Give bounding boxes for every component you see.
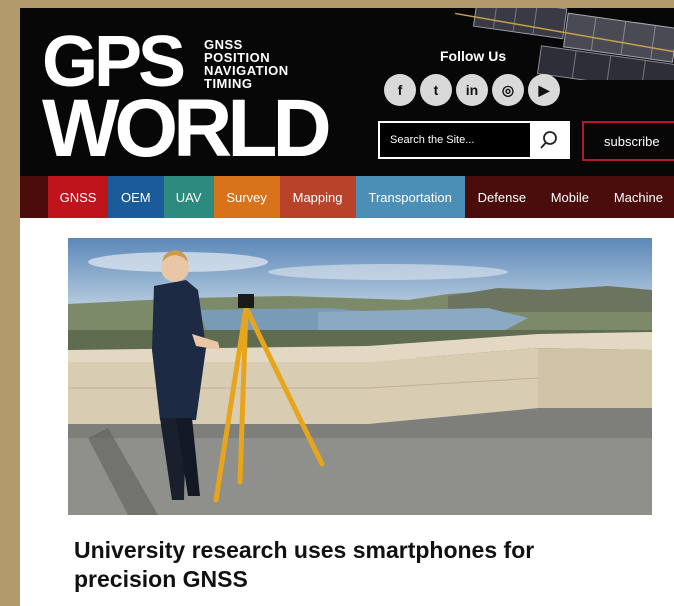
article-headline[interactable]: University research uses smartphones for… <box>74 536 634 594</box>
facebook-icon[interactable]: f <box>384 74 416 106</box>
article-photo[interactable] <box>68 238 652 515</box>
nav-mapping[interactable]: Mapping <box>279 176 356 218</box>
follow-us-label: Follow Us <box>440 48 507 64</box>
satellite-image <box>452 8 674 80</box>
logo-world-text: WORLD <box>42 83 332 174</box>
site-logo[interactable]: GPS WORLD GNSS POSITION NAVIGATION TIMIN… <box>42 26 362 174</box>
tagline-timing: TIMING <box>204 76 253 91</box>
nav-machine[interactable]: Machine <box>600 176 674 218</box>
subscribe-button[interactable]: subscribe <box>582 121 674 161</box>
logo-tagline: GNSS POSITION NAVIGATION TIMING <box>204 38 289 90</box>
nav-survey[interactable]: Survey <box>213 176 280 218</box>
rss-icon[interactable]: ◎ <box>492 74 524 106</box>
nav-oem[interactable]: OEM <box>108 176 164 218</box>
page-frame: GPS WORLD GNSS POSITION NAVIGATION TIMIN… <box>20 8 674 606</box>
nav-defense[interactable]: Defense <box>464 176 539 218</box>
linkedin-icon[interactable]: in <box>456 74 488 106</box>
search-icon <box>540 131 557 149</box>
nav-gnss[interactable]: GNSS <box>48 176 108 218</box>
nav-mobile[interactable]: Mobile <box>538 176 601 218</box>
youtube-icon[interactable]: ▶ <box>528 74 560 106</box>
nav-uav[interactable]: UAV <box>163 176 214 218</box>
site-header: GPS WORLD GNSS POSITION NAVIGATION TIMIN… <box>20 8 674 176</box>
twitter-icon[interactable]: t <box>420 74 452 106</box>
search-input[interactable] <box>380 123 530 157</box>
social-icons: f t in ◎ ▶ <box>384 74 574 108</box>
search-box <box>378 121 570 159</box>
nav-transportation[interactable]: Transportation <box>355 176 465 218</box>
search-button[interactable] <box>530 123 568 157</box>
main-nav: GNSS OEM UAV Survey Mapping Transportati… <box>20 176 674 218</box>
